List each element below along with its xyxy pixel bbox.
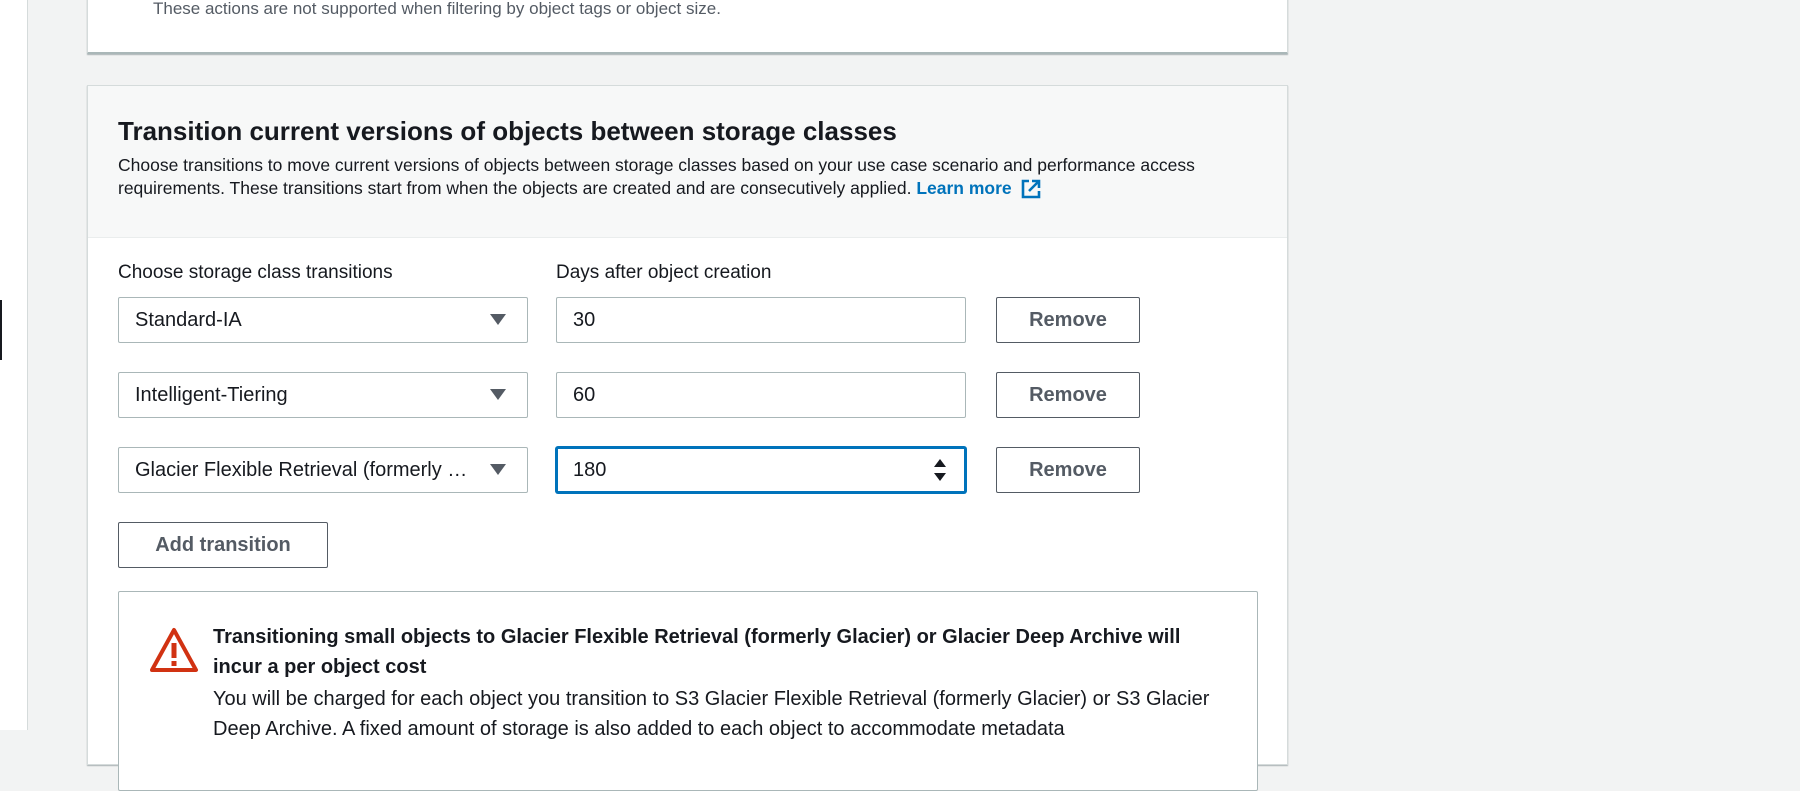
caret-down-icon[interactable] bbox=[490, 464, 506, 475]
rail-marker bbox=[0, 300, 2, 360]
caret-down-icon[interactable] bbox=[490, 389, 506, 400]
section-description: Choose transitions to move current versi… bbox=[118, 154, 1248, 200]
previous-section-card: These actions are not supported when fil… bbox=[87, 0, 1288, 54]
learn-more-link[interactable]: Learn more bbox=[916, 178, 1041, 199]
remove-button[interactable]: Remove bbox=[996, 297, 1140, 343]
caret-down-icon[interactable] bbox=[490, 314, 506, 325]
learn-more-label: Learn more bbox=[916, 178, 1012, 198]
transition-current-versions-section: Transition current versions of objects b… bbox=[87, 85, 1288, 791]
warning-alert: Transitioning small objects to Glacier F… bbox=[118, 591, 1258, 791]
days-value: 180 bbox=[573, 459, 607, 481]
left-rail bbox=[0, 0, 28, 730]
storage-class-label: Choose storage class transitions bbox=[118, 262, 393, 283]
days-input[interactable]: 60 bbox=[556, 372, 966, 418]
days-label: Days after object creation bbox=[556, 262, 772, 283]
spin-down-icon[interactable] bbox=[934, 473, 946, 481]
remove-button[interactable]: Remove bbox=[996, 372, 1140, 418]
section-header: Transition current versions of objects b… bbox=[88, 86, 1287, 238]
remove-button[interactable]: Remove bbox=[996, 447, 1140, 493]
transition-row: Standard-IA 30 Remove bbox=[118, 297, 1168, 343]
column-labels: Choose storage class transitions Days af… bbox=[118, 262, 1218, 288]
warning-icon bbox=[150, 628, 198, 672]
spin-up-icon[interactable] bbox=[934, 459, 946, 467]
external-link-icon bbox=[1021, 179, 1040, 199]
transition-row: Intelligent-Tiering 60 Remove bbox=[118, 372, 1168, 418]
storage-class-select[interactable]: Glacier Flexible Retrieval (formerly Gla… bbox=[118, 447, 528, 493]
alert-title: Transitioning small objects to Glacier F… bbox=[213, 626, 1181, 678]
storage-class-select[interactable]: Intelligent-Tiering bbox=[118, 372, 528, 418]
transition-row: Glacier Flexible Retrieval (formerly Gla… bbox=[118, 447, 1168, 493]
add-transition-button[interactable]: Add transition bbox=[118, 522, 328, 568]
storage-class-select[interactable]: Standard-IA bbox=[118, 297, 528, 343]
section-title: Transition current versions of objects b… bbox=[118, 116, 897, 146]
number-spinner-icon[interactable] bbox=[934, 459, 946, 481]
alert-text: You will be charged for each object you … bbox=[213, 688, 1210, 740]
days-input[interactable]: 180 bbox=[556, 447, 966, 493]
filter-note: These actions are not supported when fil… bbox=[153, 0, 721, 18]
days-input[interactable]: 30 bbox=[556, 297, 966, 343]
